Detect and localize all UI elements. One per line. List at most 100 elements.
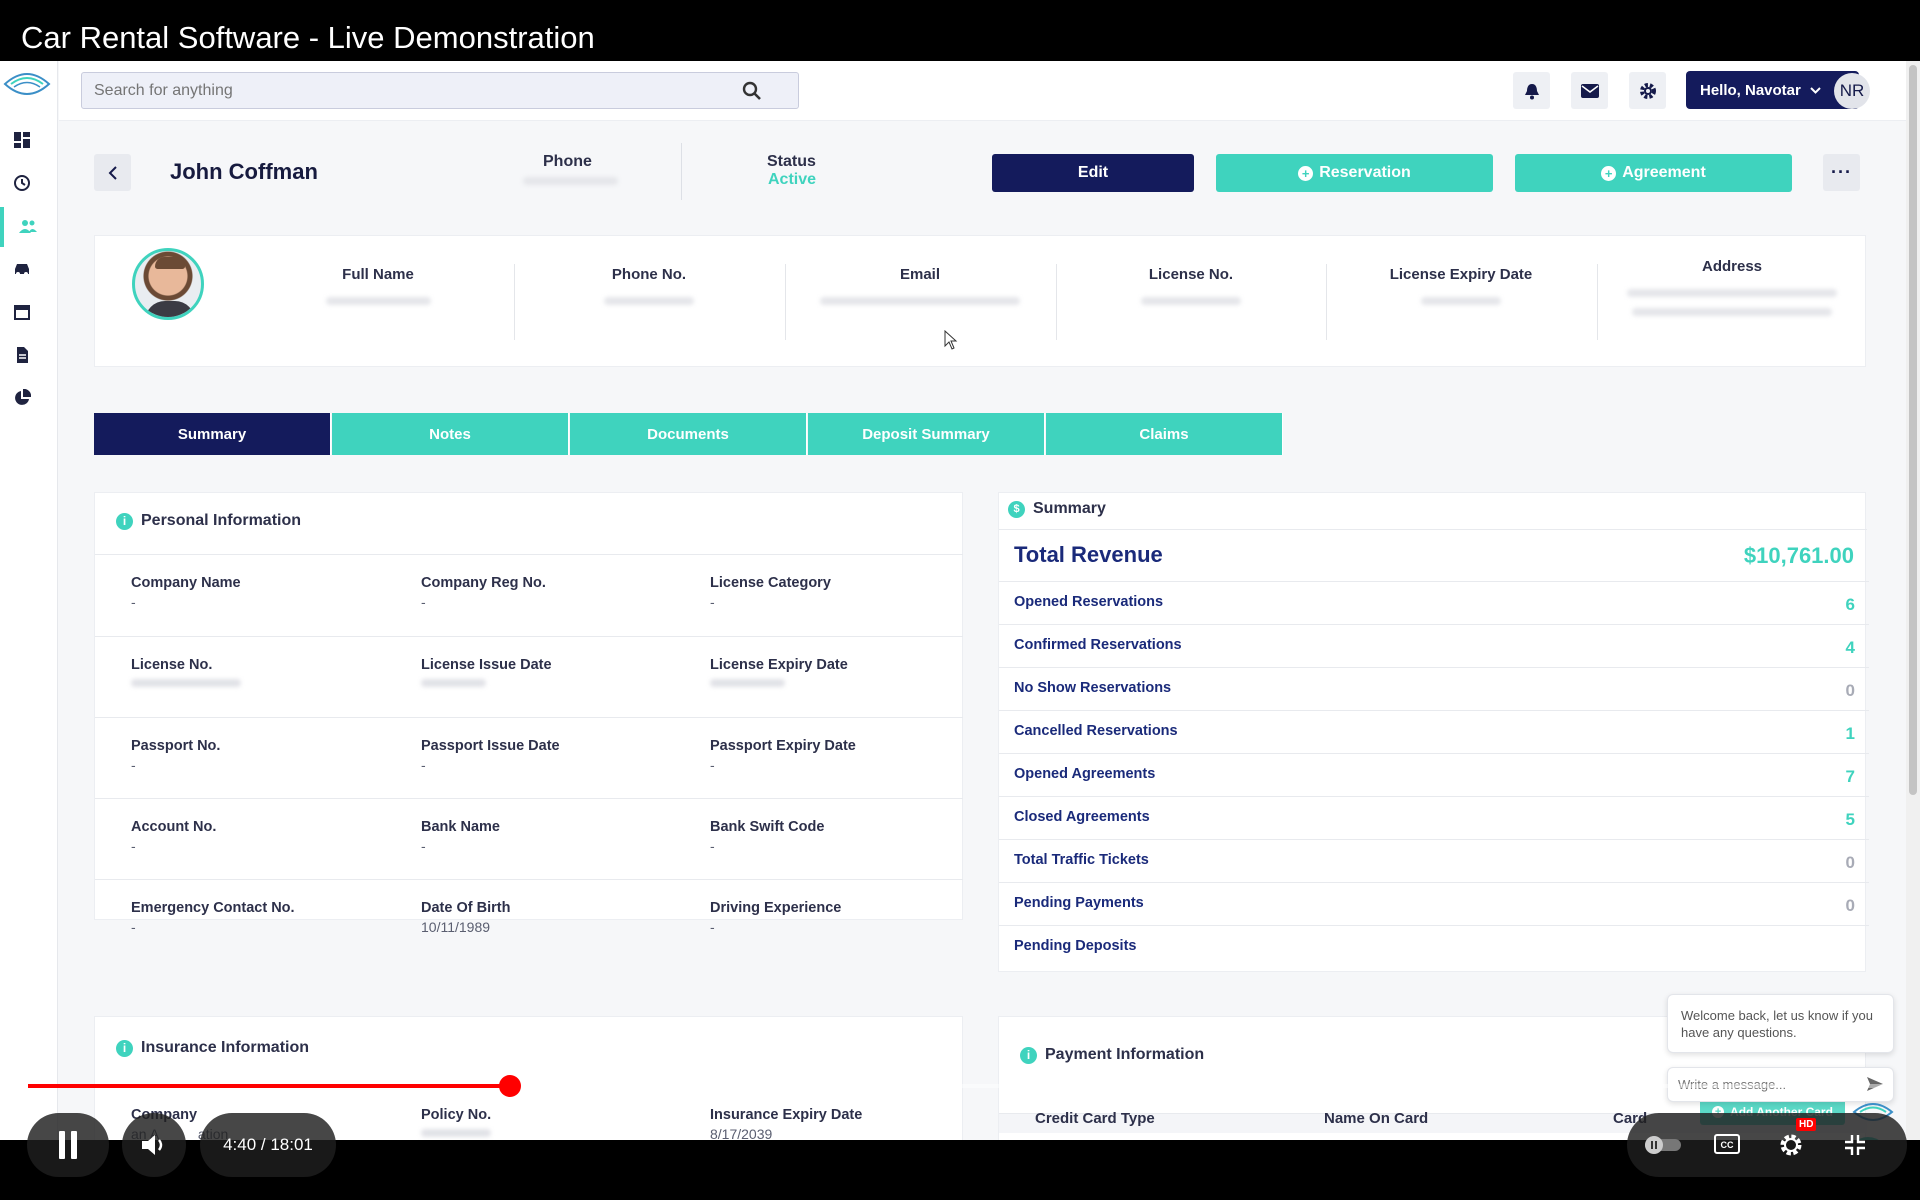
mail-icon (1580, 83, 1599, 98)
tab-notes[interactable]: Notes (332, 413, 569, 455)
tab-summary[interactable]: Summary (94, 413, 331, 455)
video-title: Car Rental Software - Live Demonstration (0, 0, 1920, 61)
field-label: Passport Issue Date (421, 738, 560, 754)
clock-icon[interactable] (13, 174, 31, 192)
field-value: 10/11/1989 (421, 919, 491, 935)
field-label: Passport Expiry Date (710, 738, 856, 754)
pause-button[interactable] (27, 1113, 109, 1177)
field-label: Driving Experience (710, 900, 842, 916)
gear-icon (1639, 82, 1656, 99)
phone-label: Phone (543, 153, 592, 170)
section-title: Insurance Information (141, 1039, 310, 1056)
info-icon: i (1020, 1046, 1037, 1064)
summary-row-label: No Show Reservations (1014, 680, 1172, 696)
redacted-value (1421, 297, 1501, 305)
summary-row-label: Total Traffic Tickets (1014, 852, 1149, 868)
field-label: Date Of Birth (421, 900, 511, 916)
summary-row-value: 6 (1845, 595, 1855, 614)
customers-icon[interactable] (19, 217, 37, 235)
summary-row-label: Opened Reservations (1014, 594, 1164, 610)
closed-captions-icon[interactable]: CC (1714, 1134, 1740, 1154)
summary-row-value: 1 (1845, 724, 1855, 743)
search-input[interactable] (82, 73, 722, 108)
search-icon[interactable] (742, 81, 762, 101)
field-company-reg: Company Reg No. - (421, 575, 701, 610)
car-icon[interactable] (13, 260, 31, 278)
messages-button[interactable] (1571, 72, 1608, 109)
app-logo-icon[interactable] (2, 66, 52, 102)
settings-gear-icon[interactable] (1778, 1132, 1804, 1158)
notifications-button[interactable] (1513, 72, 1550, 109)
field-label: License Expiry Date (1389, 266, 1533, 283)
redacted-value (1627, 289, 1837, 297)
tab-deposit-summary[interactable]: Deposit Summary (808, 413, 1045, 455)
tab-claims[interactable]: Claims (1046, 413, 1283, 455)
reservation-label: Reservation (1319, 164, 1411, 181)
summary-row-label: Opened Agreements (1014, 766, 1156, 782)
summary-row: Cancelled Reservations 1 (999, 710, 1869, 753)
agreement-label: Agreement (1622, 164, 1706, 181)
video-scrubber-handle[interactable] (499, 1075, 521, 1097)
field-value: 8/17/2039 (710, 1126, 773, 1140)
payment-information-title: i Payment Information (1020, 1046, 1204, 1064)
bell-icon (1524, 83, 1539, 99)
field-label: Company Reg No. (421, 575, 546, 591)
field-label: Emergency Contact No. (131, 900, 295, 916)
dashboard-icon[interactable] (13, 131, 31, 149)
summary-title: $ Summary (1008, 500, 1106, 518)
summary-row: Pending Deposits (999, 925, 1869, 968)
back-button[interactable] (94, 154, 131, 191)
col-credit-card-type: Credit Card Type (1035, 1110, 1155, 1127)
chevron-down-icon (1810, 86, 1821, 94)
add-reservation-button[interactable]: + Reservation (1216, 154, 1493, 192)
avatar[interactable]: NR (1834, 73, 1870, 109)
customer-profile-card: Full Name Phone No. Email License No. Li… (94, 235, 1866, 367)
field-value: - (710, 757, 715, 773)
profile-field-email: Email (785, 266, 1055, 305)
summary-row-label: Pending Payments (1014, 895, 1144, 911)
field-date-of-birth: Date Of Birth 10/11/1989 (421, 900, 701, 935)
table-row: License No. License Issue Date License E… (95, 636, 963, 717)
total-revenue-row: Total Revenue $10,761.00 (999, 529, 1867, 581)
summary-row-value: 4 (1845, 638, 1855, 657)
svg-text:CC: CC (1721, 1140, 1734, 1150)
field-value: - (710, 594, 715, 610)
volume-button[interactable] (122, 1113, 186, 1177)
field-value: - (710, 919, 715, 935)
table-row: Company Name - Company Reg No. - License C… (95, 554, 963, 636)
summary-row-label: Cancelled Reservations (1014, 723, 1178, 739)
calendar-icon[interactable] (13, 303, 31, 321)
scrollbar-thumb[interactable] (1909, 65, 1917, 795)
add-agreement-button[interactable]: + Agreement (1515, 154, 1792, 192)
reports-pie-icon[interactable] (13, 389, 31, 407)
edit-button[interactable]: Edit (992, 154, 1194, 192)
insurance-information-title: i Insurance Information (116, 1039, 309, 1057)
document-icon[interactable] (13, 346, 31, 364)
table-row: Account No. - Bank Name - Bank Swift Code - (95, 798, 963, 879)
field-bank-name: Bank Name - (421, 819, 701, 854)
field-driving-experience: Driving Experience - (710, 900, 990, 935)
exit-fullscreen-icon[interactable] (1844, 1134, 1866, 1156)
chat-welcome-message: Welcome back, let us know if you have an… (1667, 994, 1894, 1053)
field-license-no: License No. (131, 657, 411, 687)
plus-circle-icon: + (1601, 165, 1617, 181)
scrollbar[interactable] (1906, 61, 1920, 1140)
summary-row: No Show Reservations 0 (999, 667, 1869, 710)
settings-button[interactable] (1629, 72, 1666, 109)
more-options-button[interactable]: ··· (1823, 154, 1860, 191)
summary-row: Opened Reservations 6 (999, 581, 1869, 624)
customer-name: John Coffman (170, 159, 318, 184)
redacted-value (604, 297, 694, 305)
search-box (81, 72, 799, 109)
summary-row: Closed Agreements 5 (999, 796, 1869, 839)
field-label: Policy No. (421, 1107, 492, 1123)
field-license-category: License Category - (710, 575, 990, 610)
redacted-value (421, 1129, 491, 1137)
chevron-left-icon (108, 165, 117, 180)
section-title: Personal Information (141, 512, 302, 529)
field-label: Bank Swift Code (710, 819, 825, 835)
summary-row-value: 0 (1845, 681, 1855, 700)
field-label: License Expiry Date (710, 657, 848, 673)
tab-documents[interactable]: Documents (570, 413, 807, 455)
autoplay-toggle-icon[interactable] (1645, 1136, 1681, 1154)
